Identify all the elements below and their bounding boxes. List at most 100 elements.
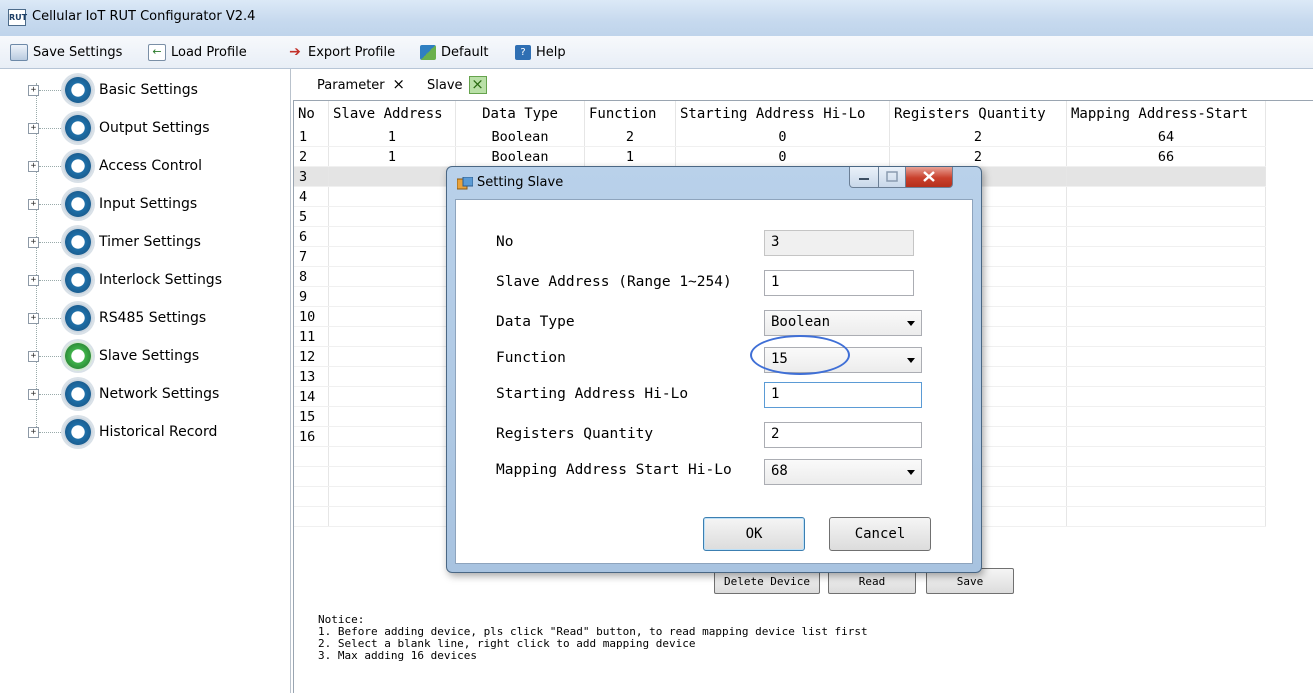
close-icon[interactable]: × <box>468 76 487 94</box>
data-type-select[interactable]: Boolean <box>764 310 922 336</box>
tree-label: Network Settings <box>99 386 220 402</box>
tree-item-timer-settings[interactable]: + Timer Settings <box>28 227 201 257</box>
gear-icon <box>63 227 93 257</box>
dialog-title: Setting Slave <box>477 175 564 190</box>
tab-slave[interactable]: Slave × <box>419 73 495 97</box>
table-header: No Slave Address Data Type Function Star… <box>294 101 1266 127</box>
tree-label: Historical Record <box>99 424 218 440</box>
help-button[interactable]: ? Help <box>515 43 566 61</box>
save-settings-button[interactable]: Save Settings <box>10 43 122 61</box>
expand-icon[interactable]: + <box>28 274 39 286</box>
dropdown-arrow-icon <box>907 321 915 326</box>
column-header-function[interactable]: Function <box>584 101 676 127</box>
tree-label: Interlock Settings <box>99 272 222 288</box>
column-header-mapping-address[interactable]: Mapping Address-Start <box>1066 101 1266 127</box>
no-label: No <box>496 234 514 250</box>
export-icon: ➔ <box>289 43 301 60</box>
expand-icon[interactable]: + <box>28 350 39 362</box>
maximize-button[interactable] <box>878 167 906 188</box>
dropdown-arrow-icon <box>907 358 915 363</box>
gear-icon <box>63 75 93 105</box>
data-type-value: Boolean <box>771 314 831 330</box>
tree-item-interlock-settings[interactable]: + Interlock Settings <box>28 265 222 295</box>
gear-icon <box>63 265 93 295</box>
tree-label: Slave Settings <box>99 348 200 364</box>
registers-quantity-input[interactable]: 2 <box>764 422 922 448</box>
tab-parameter[interactable]: Parameter × <box>309 73 415 97</box>
column-header-slave-address[interactable]: Slave Address <box>328 101 456 127</box>
gear-icon <box>63 113 93 143</box>
tree-label: Input Settings <box>99 196 198 212</box>
table-row[interactable]: 1 1 Boolean 2 0 2 64 <box>294 127 1266 147</box>
default-label: Default <box>441 44 489 60</box>
tree-item-rs485-settings[interactable]: + RS485 Settings <box>28 303 207 333</box>
registers-quantity-label: Registers Quantity <box>496 426 654 442</box>
app-icon: RUT <box>8 9 27 26</box>
load-profile-button[interactable]: ← Load Profile <box>148 43 247 61</box>
save-icon <box>10 43 28 61</box>
column-header-no[interactable]: No <box>294 101 329 127</box>
tree-label: Timer Settings <box>99 234 201 250</box>
help-icon: ? <box>515 44 531 60</box>
no-field: 3 <box>764 230 914 256</box>
column-header-registers-quantity[interactable]: Registers Quantity <box>889 101 1067 127</box>
ok-button[interactable]: OK <box>703 517 805 551</box>
column-header-starting-address[interactable]: Starting Address Hi-Lo <box>675 101 890 127</box>
tree-item-basic-settings[interactable]: + Basic Settings <box>28 75 198 105</box>
export-profile-button[interactable]: ➔ Export Profile <box>287 43 395 61</box>
dropdown-arrow-icon <box>907 470 915 475</box>
notice-text: Notice: 1. Before adding device, pls cli… <box>318 613 868 662</box>
setting-slave-dialog: Setting Slave No 3 Slave Address (Range … <box>446 166 982 573</box>
expand-icon[interactable]: + <box>28 160 39 172</box>
expand-icon[interactable]: + <box>28 426 39 438</box>
expand-icon[interactable]: + <box>28 198 39 210</box>
tab-strip: Parameter × Slave × <box>291 69 1313 99</box>
column-header-data-type[interactable]: Data Type <box>455 101 585 127</box>
mapping-address-select[interactable]: 68 <box>764 459 922 485</box>
tree-item-input-settings[interactable]: + Input Settings <box>28 189 198 219</box>
expand-icon[interactable]: + <box>28 312 39 324</box>
tab-slave-label: Slave <box>427 77 463 93</box>
starting-address-input[interactable]: 1 <box>764 382 922 408</box>
default-button[interactable]: Default <box>420 43 489 61</box>
tab-parameter-label: Parameter <box>317 77 385 93</box>
dialog-form: No 3 Slave Address (Range 1~254) 1 Data … <box>455 199 973 564</box>
gear-icon <box>63 189 93 219</box>
tree-label: Access Control <box>99 158 202 174</box>
tree-item-slave-settings[interactable]: + Slave Settings <box>28 341 200 371</box>
tree-label: RS485 Settings <box>99 310 207 326</box>
minimize-button[interactable] <box>849 167 879 188</box>
mapping-address-label: Mapping Address Start Hi-Lo <box>496 462 732 478</box>
expand-icon[interactable]: + <box>28 84 39 96</box>
slave-address-label: Slave Address (Range 1~254) <box>496 274 732 290</box>
expand-icon[interactable]: + <box>28 122 39 134</box>
gear-icon <box>63 417 93 447</box>
default-icon <box>420 44 436 60</box>
slave-address-input[interactable]: 1 <box>764 270 914 296</box>
help-label: Help <box>536 44 566 60</box>
data-type-label: Data Type <box>496 314 575 330</box>
tree-label: Output Settings <box>99 120 210 136</box>
load-profile-label: Load Profile <box>171 44 247 60</box>
close-button[interactable] <box>905 167 953 188</box>
table-row[interactable]: 2 1 Boolean 1 0 2 66 <box>294 146 1266 167</box>
close-icon[interactable]: × <box>391 77 407 93</box>
gear-icon <box>63 303 93 333</box>
export-profile-label: Export Profile <box>308 44 396 60</box>
tree-item-historical-record[interactable]: + Historical Record <box>28 417 218 447</box>
dialog-window-icon <box>456 176 474 191</box>
tree-item-output-settings[interactable]: + Output Settings <box>28 113 210 143</box>
tree-item-access-control[interactable]: + Access Control <box>28 151 202 181</box>
title-bar: RUT Cellular IoT RUT Configurator V2.4 <box>0 0 1313 36</box>
mapping-address-value: 68 <box>771 463 788 479</box>
expand-icon[interactable]: + <box>28 388 39 400</box>
toolbar: Save Settings ← Load Profile ➔ Export Pr… <box>0 36 1313 69</box>
tree-item-network-settings[interactable]: + Network Settings <box>28 379 220 409</box>
load-icon: ← <box>148 43 166 61</box>
starting-address-label: Starting Address Hi-Lo <box>496 386 689 402</box>
tree-label: Basic Settings <box>99 82 198 98</box>
cancel-button[interactable]: Cancel <box>829 517 931 551</box>
expand-icon[interactable]: + <box>28 236 39 248</box>
gear-icon <box>63 151 93 181</box>
gear-icon <box>63 379 93 409</box>
